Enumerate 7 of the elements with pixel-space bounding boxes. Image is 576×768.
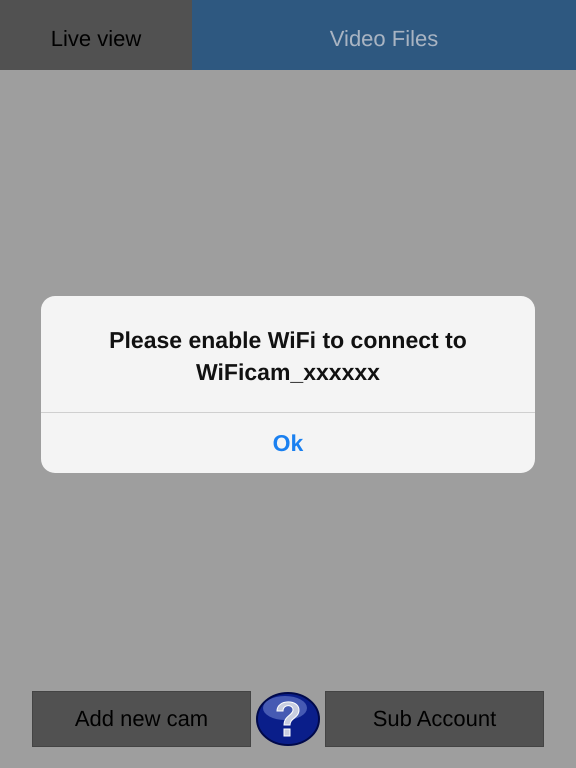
help-icon[interactable] — [255, 691, 321, 747]
add-cam-button[interactable]: Add new cam — [32, 691, 251, 747]
tab[interactable]: Video Files — [192, 0, 576, 70]
alert-message: Please enable WiFi to connect to WiFicam_xxxxxx — [41, 296, 535, 413]
tab[interactable]: Live view — [0, 0, 192, 70]
sub-account-button[interactable]: Sub Account — [325, 691, 544, 747]
ok-button[interactable]: Ok — [41, 413, 535, 473]
